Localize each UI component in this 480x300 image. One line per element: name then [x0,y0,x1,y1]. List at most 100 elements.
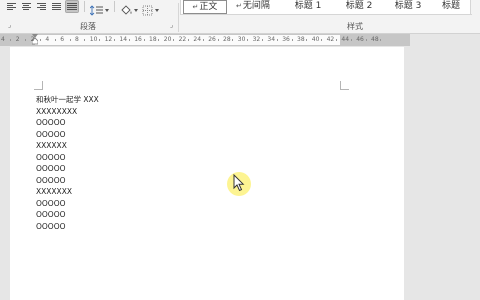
ruler-tick [232,39,234,41]
ruler-number: 18 [149,36,157,43]
document-line[interactable]: XXXXXXXX [36,106,99,118]
ruler-number: 16 [134,36,142,43]
ruler-number: 30 [237,36,246,43]
ruler-number: 20 [163,36,172,43]
style-heading-2[interactable]: 标题 2 [336,0,382,12]
document-line[interactable]: OOOOO [36,117,99,129]
ruler-tick [143,39,145,41]
ruler-tick [54,39,56,41]
paragraph-mark-icon: ↵ [236,2,242,10]
ruler-tick [291,39,293,41]
document-body[interactable]: 和秋叶一起学 XXX XXXXXXXX OOOOO OOOOO XXXXXX OOOOO O… [36,94,99,232]
document-line[interactable]: OOOOO [36,163,99,175]
ruler-number: 22 [178,36,187,43]
ruler-tick [128,39,130,41]
font-dialog-launcher-icon[interactable]: ⌟ [8,21,11,29]
ruler-tick [99,39,101,41]
document-title-line[interactable]: 和秋叶一起学 XXX [36,94,99,106]
ruler-number: 42 [326,36,335,43]
ruler-number: 4 [45,36,50,43]
styles-gallery: ↵正文 ↵无间隔 标题 1 标题 2 标题 3 标题 [180,0,472,15]
ruler-tick [336,39,337,41]
style-title[interactable]: 标题 [435,0,467,12]
ruler-tick [262,39,263,41]
ruler-number: 32 [252,36,261,43]
document-line[interactable]: OOOOO [36,198,99,210]
mouse-pointer-icon [233,174,245,192]
justify-button[interactable] [51,1,63,12]
paragraph-dialog-launcher-icon[interactable]: ⌟ [170,21,173,29]
document-line[interactable]: OOOOO [36,129,99,141]
style-heading-1[interactable]: 标题 1 [285,0,331,12]
borders-icon [142,5,159,16]
workspace-gutter [404,47,480,300]
margin-corner-top-left [34,81,43,90]
align-center-button[interactable] [21,1,33,12]
paragraph-group-label: 段落 [80,22,96,31]
style-no-spacing[interactable]: ↵无间隔 [228,0,278,12]
ruler-tick [158,39,160,41]
ruler-tick [306,39,308,41]
style-heading-3[interactable]: 标题 3 [385,0,431,12]
ruler-tick [350,39,352,41]
paint-bucket-icon [121,5,138,15]
line-spacing-button[interactable] [89,1,110,16]
ruler-number: 14 [119,36,128,43]
ruler-tick [188,39,189,41]
ruler-number: 10 [89,36,98,43]
document-line[interactable]: OOOOO [36,209,99,221]
ruler-tick [84,39,86,41]
ruler-tick [114,39,115,41]
ribbon: 段落 ⌟ ⌟ ↵正文 ↵无间隔 标题 1 标题 2 标题 3 标题 样式 [0,0,480,34]
ruler-number: 2 [30,36,35,43]
ruler-number: 24 [193,36,202,43]
paragraph-group: 段落 ⌟ ⌟ [0,0,178,33]
horizontal-ruler[interactable]: 4 2 2 4 6 8 10 12 14 16 18 20 22 24 26 28 30 32 34 36 38 40 42… [0,34,410,46]
ruler-tick [217,39,219,41]
borders-button[interactable] [142,1,160,16]
document-line[interactable]: OOOOO [36,152,99,164]
document-page[interactable]: 和秋叶一起学 XXX XXXXXXXX OOOOO OOOOO XXXXXX OOOOO O… [10,47,404,300]
document-line[interactable]: OOOOO [36,221,99,233]
style-no-spacing-label: 无间隔 [242,1,270,11]
ruler-number: 8 [75,36,79,43]
ruler-number: 48 [371,36,379,43]
ruler-tick [365,39,367,41]
ruler-number: 34 [267,36,276,43]
ruler-tick [321,39,323,41]
ruler-number: 4 [1,36,5,43]
ruler-tick [25,39,27,41]
align-right-button[interactable] [36,1,48,12]
ruler-number: 6 [60,36,65,43]
styles-gallery-scroll[interactable] [470,0,480,14]
ruler-number: 12 [104,36,113,43]
ruler-tick [10,39,12,41]
paragraph-mark-icon: ↵ [192,3,199,11]
document-line[interactable]: XXXXXXX [36,186,99,198]
ruler-number: 28 [223,36,231,43]
ruler-tick [173,39,175,41]
style-normal-label: 正文 [199,2,218,12]
ruler-tick [69,39,71,41]
ruler-tick [276,39,278,41]
ruler-tick [202,39,204,41]
document-line[interactable]: OOOOO [36,175,99,187]
style-heading-3-label: 标题 3 [394,1,422,11]
ruler-number: 36 [282,36,290,43]
distributed-align-button[interactable] [65,0,79,13]
ruler-tick [40,39,41,41]
ruler-number: 40 [311,36,320,43]
toolbar-separator [84,1,85,12]
ruler-number: 46 [356,36,364,43]
style-normal[interactable]: ↵正文 [183,0,227,14]
shading-button[interactable] [119,1,139,15]
style-heading-2-label: 标题 2 [345,1,373,11]
align-left-button[interactable] [6,1,18,12]
ruler-tick [247,39,249,41]
document-line[interactable]: XXXXXX [36,140,99,152]
ruler-number: 44 [341,36,350,43]
ruler-end-area [410,34,480,46]
ruler-number: 38 [297,36,305,43]
style-heading-1-label: 标题 1 [294,1,322,11]
styles-group-label: 样式 [347,22,363,31]
